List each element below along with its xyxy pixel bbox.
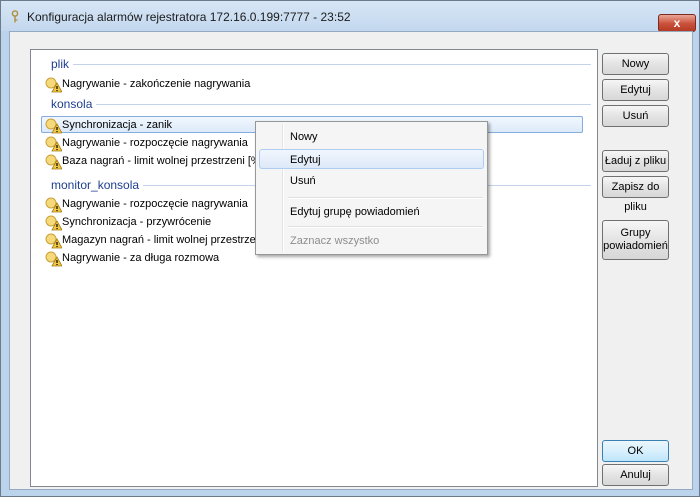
context-menu-item-edit[interactable]: Edytuj — [259, 149, 484, 169]
list-item-label: Baza nagrań - limit wolnej przestrzeni [… — [62, 155, 264, 167]
menu-separator — [288, 197, 483, 199]
delete-button[interactable]: Usuń — [602, 105, 669, 127]
alarm-list[interactable]: plik Nagrywanie - zakończenie nagrywania… — [30, 49, 598, 487]
ok-button-label: OK — [627, 445, 644, 457]
warning-icon — [45, 118, 62, 134]
list-item-label: Synchronizacja - przywrócenie — [62, 216, 212, 228]
group-header-plik: plik — [43, 56, 591, 72]
window-title: Konfiguracja alarmów rejestratora 172.16… — [27, 10, 351, 24]
notification-groups-label-line1: Grupy — [620, 227, 651, 239]
list-item-label: Nagrywanie - rozpoczęcie nagrywania — [62, 137, 248, 149]
warning-icon — [45, 77, 62, 93]
warning-icon — [45, 215, 62, 231]
key-icon — [11, 10, 19, 23]
edit-button-label: Edytuj — [620, 84, 651, 96]
warning-icon — [45, 154, 62, 170]
ok-button[interactable]: OK — [602, 440, 669, 462]
cancel-button[interactable]: Anuluj — [602, 464, 669, 486]
group-header-konsola: konsola — [43, 96, 591, 112]
list-item-label: Magazyn nagrań - limit wolnej przestrzen… — [62, 234, 265, 246]
group-divider — [51, 64, 591, 65]
group-label: monitor_konsola — [51, 178, 144, 192]
context-menu-item-select-all[interactable]: Zaznacz wszystko — [259, 231, 484, 251]
notification-groups-label-line2: powiadomień — [603, 240, 668, 252]
title-bar[interactable]: Konfiguracja alarmów rejestratora 172.16… — [1, 1, 699, 32]
menu-item-label: Zaznacz wszystko — [290, 235, 380, 247]
new-button[interactable]: Nowy — [602, 53, 669, 75]
list-item-label: Nagrywanie - zakończenie nagrywania — [62, 78, 251, 90]
notification-groups-button[interactable]: Grupy powiadomień — [602, 220, 669, 260]
menu-item-label: Edytuj grupę powiadomień — [290, 206, 420, 218]
context-menu-item-delete[interactable]: Usuń — [259, 171, 484, 191]
menu-separator — [288, 226, 483, 228]
load-from-file-button[interactable]: Ładuj z pliku — [602, 150, 669, 172]
menu-item-label: Usuń — [290, 175, 316, 187]
list-item-label: Nagrywanie - rozpoczęcie nagrywania — [62, 198, 248, 210]
warning-icon — [45, 136, 62, 152]
edit-button[interactable]: Edytuj — [602, 79, 669, 101]
group-label: konsola — [51, 97, 97, 111]
context-menu-item-new[interactable]: Nowy — [259, 127, 484, 147]
dialog-window: Konfiguracja alarmów rejestratora 172.16… — [0, 0, 700, 497]
new-button-label: Nowy — [621, 58, 650, 70]
menu-item-label: Nowy — [290, 131, 318, 143]
warning-icon — [45, 233, 62, 249]
load-from-file-label: Ładuj z pliku — [604, 155, 667, 167]
list-item-label: Synchronizacja - zanik — [62, 119, 173, 131]
menu-item-label: Edytuj — [290, 154, 321, 166]
cancel-button-label: Anuluj — [620, 469, 651, 481]
list-item[interactable]: Nagrywanie - zakończenie nagrywania — [42, 76, 582, 93]
context-menu-item-edit-notification-group[interactable]: Edytuj grupę powiadomień — [259, 202, 484, 222]
context-menu: Nowy Edytuj Usuń Edytuj grupę powiadomie… — [255, 121, 488, 255]
save-to-file-button[interactable]: Zapisz do pliku — [602, 176, 669, 213]
delete-button-label: Usuń — [622, 110, 649, 122]
group-label: plik — [51, 57, 74, 71]
close-button[interactable]: x — [658, 14, 696, 32]
warning-icon — [45, 197, 62, 213]
list-item-label: Nagrywanie - za długa rozmowa — [62, 252, 220, 264]
close-icon: x — [673, 16, 681, 30]
warning-icon — [45, 251, 62, 267]
group-divider — [51, 104, 591, 105]
